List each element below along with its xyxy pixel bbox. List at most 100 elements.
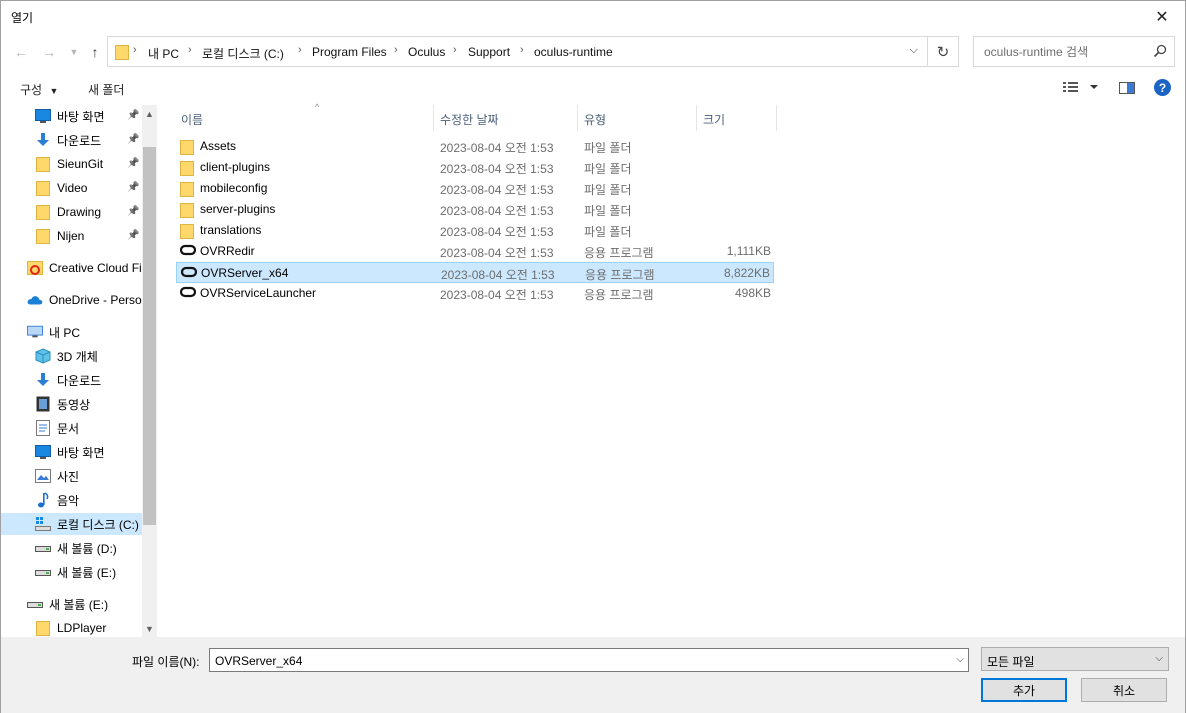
new-folder-button[interactable]: 새 폴더 <box>88 81 124 98</box>
folder-icon <box>35 228 51 244</box>
preview-pane-icon <box>1119 82 1135 94</box>
column-header-type[interactable]: 유형 <box>578 105 697 131</box>
drive-icon <box>27 596 43 612</box>
arrow-up-icon: ↑ <box>91 44 99 60</box>
sidebar-item-label: 내 PC <box>49 325 81 340</box>
sidebar-item-label: 음악 <box>57 493 80 508</box>
breadcrumb-local-disk[interactable]: 로컬 디스크 (C:) <box>202 45 284 62</box>
sidebar-item[interactable]: 로컬 디스크 (C:) <box>1 513 142 535</box>
navigation-pane: 바탕 화면 📌 다운로드 📌 SieunGit 📌 Video 📌 Drawing 📌 Nijen 📌… <box>1 105 157 637</box>
file-type: 파일 폴더 <box>584 141 632 155</box>
up-button[interactable]: ↑ <box>85 42 105 62</box>
file-row[interactable]: client-plugins 2023-08-04 오전 1:53 파일 폴더 <box>176 157 774 178</box>
pin-icon: 📌 <box>127 182 140 193</box>
column-name-label: 이름 <box>181 113 204 127</box>
sidebar-item[interactable]: 새 볼륨 (D:) <box>35 537 117 559</box>
download-icon <box>35 132 51 148</box>
file-row[interactable]: translations 2023-08-04 오전 1:53 파일 폴더 <box>176 220 774 241</box>
sidebar-item[interactable]: Video <box>35 177 87 199</box>
sidebar-item[interactable]: 다운로드 <box>35 369 101 391</box>
sidebar-item[interactable]: Nijen <box>35 225 84 247</box>
sidebar-item[interactable]: 사진 <box>35 465 79 487</box>
sidebar-item[interactable]: 새 볼륨 (E:) <box>27 593 108 615</box>
help-button[interactable]: ? <box>1154 79 1171 96</box>
filename-dropdown-icon[interactable]: ⌵ <box>956 654 964 665</box>
file-type: 응용 프로그램 <box>584 246 654 260</box>
change-view-button[interactable] <box>1063 81 1099 96</box>
scroll-thumb[interactable] <box>143 147 156 525</box>
file-row[interactable]: OVRServer_x64 2023-08-04 오전 1:53 응용 프로그램 8,… <box>176 262 774 283</box>
filetype-value: 모든 파일 <box>987 655 1035 669</box>
file-row[interactable]: Assets 2023-08-04 오전 1:53 파일 폴더 <box>176 136 774 157</box>
column-header-date[interactable]: 수정한 날짜 <box>434 105 578 131</box>
breadcrumb-support[interactable]: Support <box>468 45 510 59</box>
sidebar-item[interactable]: 내 PC <box>27 321 80 343</box>
sidebar-item-label: 새 볼륨 (E:) <box>49 597 109 612</box>
organize-button[interactable]: 구성 ▼ <box>20 81 58 98</box>
sidebar-item[interactable]: OneDrive - Person <box>27 289 148 311</box>
breadcrumb-program-files[interactable]: Program Files <box>312 45 387 59</box>
sidebar-item[interactable]: LDPlayer <box>35 617 106 637</box>
sidebar-item[interactable]: Drawing <box>35 201 101 223</box>
close-button[interactable]: ✕ <box>1139 1 1185 32</box>
refresh-button[interactable]: ↻ <box>927 37 958 66</box>
music-icon <box>35 492 51 508</box>
sidebar-item[interactable]: 3D 개체 <box>35 345 98 367</box>
breadcrumb-oculus[interactable]: Oculus <box>408 45 445 59</box>
breadcrumb-separator: › <box>453 44 457 56</box>
sidebar-item[interactable]: 문서 <box>35 417 79 439</box>
folder-icon <box>180 181 194 200</box>
sidebar-item[interactable]: 음악 <box>35 489 79 511</box>
folder-icon <box>180 160 194 179</box>
address-bar[interactable]: › 내 PC › 로컬 디스크 (C:) › Program Files › O… <box>107 36 959 67</box>
drive-icon <box>35 540 51 556</box>
column-header-size[interactable]: 크기 <box>697 105 777 131</box>
file-name: Assets <box>200 139 237 153</box>
chevron-up-icon: ▲ <box>145 108 154 119</box>
back-button[interactable]: ← <box>11 42 31 62</box>
search-input[interactable] <box>982 44 1142 60</box>
pictures-icon <box>35 468 51 484</box>
cancel-button[interactable]: 취소 <box>1081 678 1167 702</box>
file-date: 2023-08-04 오전 1:53 <box>440 225 554 239</box>
sidebar-item[interactable]: 바탕 화면 <box>35 441 105 463</box>
address-history-dropdown[interactable]: ⌵ <box>910 44 918 57</box>
scroll-down-button[interactable]: ▼ <box>142 620 157 637</box>
file-date: 2023-08-04 오전 1:53 <box>440 204 554 218</box>
folder-icon <box>180 139 194 158</box>
sidebar-item-label: 새 볼륨 (E:) <box>57 565 117 580</box>
3d-objects-icon <box>35 348 51 364</box>
file-row[interactable]: OVRRedir 2023-08-04 오전 1:53 응용 프로그램 1,111KB <box>176 241 774 262</box>
file-name: client-plugins <box>200 160 271 174</box>
file-row[interactable]: server-plugins 2023-08-04 오전 1:53 파일 폴더 <box>176 199 774 220</box>
sidebar-item[interactable]: 새 볼륨 (E:) <box>35 561 116 583</box>
view-options-icon <box>1063 82 1098 92</box>
scroll-up-button[interactable]: ▲ <box>142 105 157 122</box>
file-date: 2023-08-04 오전 1:53 <box>440 246 554 260</box>
sidebar-item-label: LDPlayer <box>57 621 107 635</box>
search-icon[interactable] <box>1152 43 1168 59</box>
filename-label: 파일 이름(N): <box>132 655 200 669</box>
sidebar-item[interactable]: 다운로드 <box>35 129 101 151</box>
sort-ascending-icon: ^ <box>315 102 320 112</box>
file-row[interactable]: OVRServiceLauncher 2023-08-04 오전 1:53 응용 프… <box>176 283 774 304</box>
sidebar-item[interactable]: Creative Cloud Fil <box>27 257 144 279</box>
filetype-select[interactable]: 모든 파일 ⌵ <box>981 647 1169 671</box>
chevron-down-icon: ▼ <box>69 47 79 57</box>
forward-button[interactable]: → <box>39 42 59 62</box>
filename-input[interactable] <box>213 653 933 669</box>
sidebar-item-label: 사진 <box>57 469 80 484</box>
file-row[interactable]: mobileconfig 2023-08-04 오전 1:53 파일 폴더 <box>176 178 774 199</box>
sidebar-item[interactable]: SieunGit <box>35 153 103 175</box>
navigation-pane-scrollbar[interactable]: ▲ ▼ <box>142 105 157 637</box>
arrow-right-icon: → <box>42 44 56 60</box>
column-header-name[interactable]: 이름 ^ <box>175 102 434 131</box>
recent-locations-button[interactable]: ▼ <box>64 42 84 62</box>
file-date: 2023-08-04 오전 1:53 <box>440 183 554 197</box>
preview-pane-button[interactable] <box>1119 82 1135 97</box>
breadcrumb-oculus-runtime[interactable]: oculus-runtime <box>534 45 613 59</box>
open-button[interactable]: 추가 <box>981 678 1067 702</box>
breadcrumb-my-pc[interactable]: 내 PC <box>148 45 179 62</box>
sidebar-item[interactable]: 동영상 <box>35 393 90 415</box>
sidebar-item[interactable]: 바탕 화면 <box>35 105 105 127</box>
